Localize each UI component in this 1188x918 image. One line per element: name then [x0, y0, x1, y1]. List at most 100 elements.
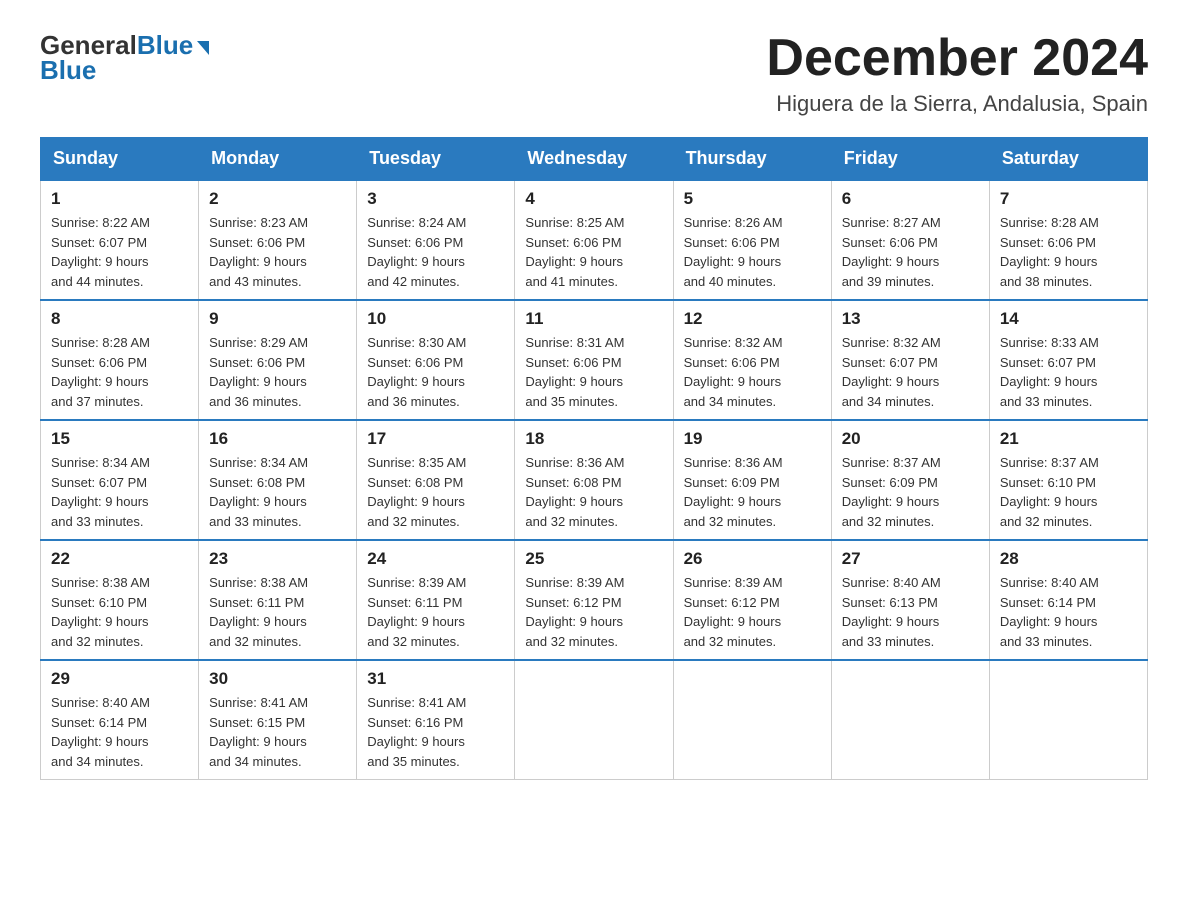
day-info: Sunrise: 8:24 AMSunset: 6:06 PMDaylight:… [367, 213, 504, 291]
day-number: 22 [51, 549, 188, 569]
day-number: 28 [1000, 549, 1137, 569]
header-cell-friday: Friday [831, 138, 989, 181]
day-info: Sunrise: 8:35 AMSunset: 6:08 PMDaylight:… [367, 453, 504, 531]
header-cell-wednesday: Wednesday [515, 138, 673, 181]
day-info: Sunrise: 8:36 AMSunset: 6:09 PMDaylight:… [684, 453, 821, 531]
calendar-cell: 15 Sunrise: 8:34 AMSunset: 6:07 PMDayligh… [41, 420, 199, 540]
header-cell-tuesday: Tuesday [357, 138, 515, 181]
day-number: 10 [367, 309, 504, 329]
header-cell-sunday: Sunday [41, 138, 199, 181]
header: General Blue Blue December 2024 Higuera … [40, 30, 1148, 117]
day-info: Sunrise: 8:38 AMSunset: 6:10 PMDaylight:… [51, 573, 188, 651]
calendar-cell: 24 Sunrise: 8:39 AMSunset: 6:11 PMDayligh… [357, 540, 515, 660]
calendar-cell [673, 660, 831, 780]
day-info: Sunrise: 8:26 AMSunset: 6:06 PMDaylight:… [684, 213, 821, 291]
day-number: 5 [684, 189, 821, 209]
day-number: 23 [209, 549, 346, 569]
day-info: Sunrise: 8:22 AMSunset: 6:07 PMDaylight:… [51, 213, 188, 291]
day-number: 2 [209, 189, 346, 209]
calendar-cell: 5 Sunrise: 8:26 AMSunset: 6:06 PMDaylight… [673, 180, 831, 300]
day-info: Sunrise: 8:23 AMSunset: 6:06 PMDaylight:… [209, 213, 346, 291]
day-number: 9 [209, 309, 346, 329]
day-number: 14 [1000, 309, 1137, 329]
week-row-3: 15 Sunrise: 8:34 AMSunset: 6:07 PMDayligh… [41, 420, 1148, 540]
calendar-cell: 18 Sunrise: 8:36 AMSunset: 6:08 PMDayligh… [515, 420, 673, 540]
logo-blue-line: Blue [40, 55, 96, 86]
calendar-cell: 30Sunrise: 8:41 AMSunset: 6:15 PMDayligh… [199, 660, 357, 780]
calendar-cell: 29 Sunrise: 8:40 AMSunset: 6:14 PMDayligh… [41, 660, 199, 780]
calendar-cell: 2 Sunrise: 8:23 AMSunset: 6:06 PMDaylight… [199, 180, 357, 300]
logo-arrow-icon [197, 41, 209, 55]
day-info: Sunrise: 8:37 AMSunset: 6:10 PMDaylight:… [1000, 453, 1137, 531]
calendar-table: SundayMondayTuesdayWednesdayThursdayFrid… [40, 137, 1148, 780]
day-number: 3 [367, 189, 504, 209]
day-info: Sunrise: 8:31 AMSunset: 6:06 PMDaylight:… [525, 333, 662, 411]
day-number: 24 [367, 549, 504, 569]
calendar-cell: 25Sunrise: 8:39 AMSunset: 6:12 PMDayligh… [515, 540, 673, 660]
day-number: 31 [367, 669, 504, 689]
header-cell-monday: Monday [199, 138, 357, 181]
day-info: Sunrise: 8:25 AMSunset: 6:06 PMDaylight:… [525, 213, 662, 291]
day-info: Sunrise: 8:34 AMSunset: 6:08 PMDaylight:… [209, 453, 346, 531]
day-info: Sunrise: 8:34 AMSunset: 6:07 PMDaylight:… [51, 453, 188, 531]
calendar-cell: 10 Sunrise: 8:30 AMSunset: 6:06 PMDayligh… [357, 300, 515, 420]
day-info: Sunrise: 8:32 AMSunset: 6:07 PMDaylight:… [842, 333, 979, 411]
day-info: Sunrise: 8:28 AMSunset: 6:06 PMDaylight:… [1000, 213, 1137, 291]
day-info: Sunrise: 8:40 AMSunset: 6:13 PMDaylight:… [842, 573, 979, 651]
day-info: Sunrise: 8:36 AMSunset: 6:08 PMDaylight:… [525, 453, 662, 531]
calendar-cell: 1Sunrise: 8:22 AMSunset: 6:07 PMDaylight… [41, 180, 199, 300]
day-number: 13 [842, 309, 979, 329]
day-number: 20 [842, 429, 979, 449]
day-info: Sunrise: 8:39 AMSunset: 6:12 PMDaylight:… [525, 573, 662, 651]
day-info: Sunrise: 8:39 AMSunset: 6:11 PMDaylight:… [367, 573, 504, 651]
day-info: Sunrise: 8:37 AMSunset: 6:09 PMDaylight:… [842, 453, 979, 531]
week-row-2: 8Sunrise: 8:28 AMSunset: 6:06 PMDaylight… [41, 300, 1148, 420]
calendar-cell: 28 Sunrise: 8:40 AMSunset: 6:14 PMDayligh… [989, 540, 1147, 660]
day-number: 6 [842, 189, 979, 209]
calendar-cell: 26 Sunrise: 8:39 AMSunset: 6:12 PMDayligh… [673, 540, 831, 660]
day-info: Sunrise: 8:39 AMSunset: 6:12 PMDaylight:… [684, 573, 821, 651]
day-number: 16 [209, 429, 346, 449]
calendar-cell [989, 660, 1147, 780]
calendar-cell: 17 Sunrise: 8:35 AMSunset: 6:08 PMDayligh… [357, 420, 515, 540]
day-number: 12 [684, 309, 821, 329]
day-number: 4 [525, 189, 662, 209]
calendar-cell: 22 Sunrise: 8:38 AMSunset: 6:10 PMDayligh… [41, 540, 199, 660]
day-number: 11 [525, 309, 662, 329]
day-info: Sunrise: 8:27 AMSunset: 6:06 PMDaylight:… [842, 213, 979, 291]
header-cell-saturday: Saturday [989, 138, 1147, 181]
calendar-body: 1Sunrise: 8:22 AMSunset: 6:07 PMDaylight… [41, 180, 1148, 780]
week-row-5: 29 Sunrise: 8:40 AMSunset: 6:14 PMDayligh… [41, 660, 1148, 780]
day-number: 29 [51, 669, 188, 689]
day-number: 15 [51, 429, 188, 449]
day-info: Sunrise: 8:30 AMSunset: 6:06 PMDaylight:… [367, 333, 504, 411]
calendar-cell: 12Sunrise: 8:32 AMSunset: 6:06 PMDayligh… [673, 300, 831, 420]
calendar-cell: 4 Sunrise: 8:25 AMSunset: 6:06 PMDaylight… [515, 180, 673, 300]
day-number: 27 [842, 549, 979, 569]
calendar-cell: 16 Sunrise: 8:34 AMSunset: 6:08 PMDayligh… [199, 420, 357, 540]
calendar-header: SundayMondayTuesdayWednesdayThursdayFrid… [41, 138, 1148, 181]
calendar-cell: 31Sunrise: 8:41 AMSunset: 6:16 PMDayligh… [357, 660, 515, 780]
logo-blue-text: Blue [137, 30, 193, 61]
day-number: 17 [367, 429, 504, 449]
title-area: December 2024 Higuera de la Sierra, Anda… [766, 30, 1148, 117]
day-info: Sunrise: 8:38 AMSunset: 6:11 PMDaylight:… [209, 573, 346, 651]
header-cell-thursday: Thursday [673, 138, 831, 181]
day-number: 18 [525, 429, 662, 449]
day-info: Sunrise: 8:33 AMSunset: 6:07 PMDaylight:… [1000, 333, 1137, 411]
calendar-cell: 19 Sunrise: 8:36 AMSunset: 6:09 PMDayligh… [673, 420, 831, 540]
calendar-cell [515, 660, 673, 780]
day-info: Sunrise: 8:40 AMSunset: 6:14 PMDaylight:… [51, 693, 188, 771]
calendar-cell: 11 Sunrise: 8:31 AMSunset: 6:06 PMDayligh… [515, 300, 673, 420]
location-title: Higuera de la Sierra, Andalusia, Spain [766, 91, 1148, 117]
day-number: 19 [684, 429, 821, 449]
day-number: 26 [684, 549, 821, 569]
calendar-cell: 6 Sunrise: 8:27 AMSunset: 6:06 PMDaylight… [831, 180, 989, 300]
header-row: SundayMondayTuesdayWednesdayThursdayFrid… [41, 138, 1148, 181]
logo: General Blue Blue [40, 30, 209, 86]
month-title: December 2024 [766, 30, 1148, 87]
day-info: Sunrise: 8:29 AMSunset: 6:06 PMDaylight:… [209, 333, 346, 411]
calendar-cell [831, 660, 989, 780]
day-info: Sunrise: 8:40 AMSunset: 6:14 PMDaylight:… [1000, 573, 1137, 651]
day-number: 21 [1000, 429, 1137, 449]
